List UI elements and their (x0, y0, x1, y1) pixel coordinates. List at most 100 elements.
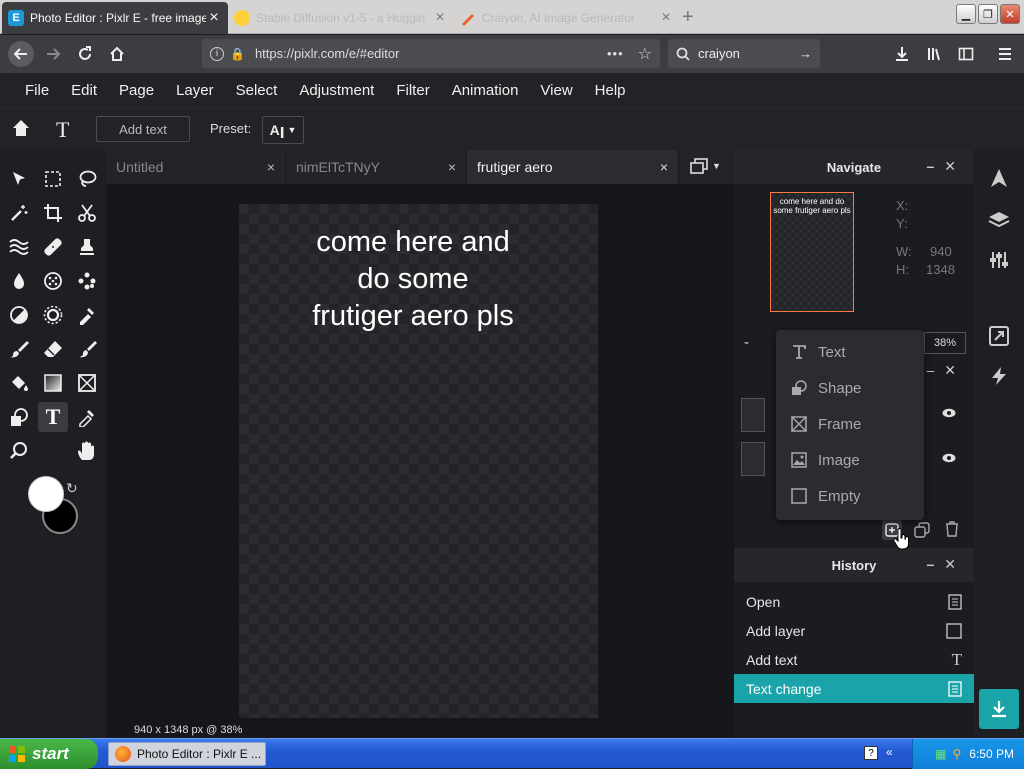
forward-icon[interactable] (40, 41, 66, 67)
search-input[interactable]: craiyon → (668, 39, 820, 68)
menu-view[interactable]: View (529, 82, 583, 99)
cutout-scissors-icon[interactable] (72, 198, 102, 228)
zoom-out-button[interactable]: - (744, 334, 749, 351)
browser-tab-craiyon[interactable]: Craiyon, AI Image Generator × (454, 2, 680, 34)
doc-tab-nimeltctnyy[interactable]: nimElTcTNyY × (286, 150, 467, 184)
close-icon[interactable]: × (448, 159, 456, 175)
navigate-toggle-icon[interactable] (989, 168, 1009, 188)
layers-toggle-icon[interactable] (988, 210, 1010, 230)
eye-visibility-icon[interactable] (942, 453, 956, 463)
adjustments-toggle-icon[interactable] (989, 250, 1009, 270)
minimize-window-icon[interactable]: ▁ (956, 4, 976, 24)
browser-tab-stable-diffusion[interactable]: Stable Diffusion v1-5 - a Huggin × (228, 2, 454, 34)
minimize-panel-icon[interactable]: – (926, 556, 944, 572)
history-item-add-text[interactable]: Add text T (734, 645, 974, 674)
window-arrange-dropdown[interactable]: ▼ (690, 158, 721, 174)
eyedropper-icon[interactable] (72, 402, 102, 432)
help-icon[interactable]: ? (864, 746, 878, 760)
history-item-add-layer[interactable]: Add layer (734, 616, 974, 645)
close-panel-icon[interactable]: ✕ (944, 158, 966, 174)
placeholder-frame-icon[interactable] (72, 368, 102, 398)
add-menu-empty[interactable]: Empty (776, 478, 924, 514)
downloads-icon[interactable] (889, 41, 915, 67)
zoom-tool-icon[interactable] (4, 436, 34, 466)
reload-icon[interactable] (72, 41, 98, 67)
bookmark-star-icon[interactable]: ☆ (638, 44, 652, 64)
color-dots-tool-icon[interactable] (72, 266, 102, 296)
start-button[interactable]: start (0, 739, 98, 769)
shape-tool-icon[interactable] (4, 402, 34, 432)
sidebar-toggle-icon[interactable] (953, 41, 979, 67)
add-text-button[interactable]: Add text (96, 116, 190, 142)
layer-thumbnail-text[interactable] (741, 398, 765, 432)
add-menu-text[interactable]: Text (776, 334, 924, 370)
search-tray-icon[interactable]: ⚲ (953, 747, 962, 761)
fill-bucket-icon[interactable] (4, 368, 34, 398)
home-icon[interactable] (104, 41, 130, 67)
hand-tool-icon[interactable] (72, 436, 102, 466)
text-tool-icon[interactable]: T (38, 402, 68, 432)
page-actions-icon[interactable]: ••• (607, 46, 624, 61)
brush-tool-icon[interactable] (4, 334, 34, 364)
magic-wand-tool-icon[interactable] (4, 198, 34, 228)
close-tab-icon[interactable]: × (206, 9, 222, 27)
quick-actions-bolt-icon[interactable] (989, 366, 1009, 386)
menu-animation[interactable]: Animation (441, 82, 530, 99)
add-menu-image[interactable]: Image (776, 442, 924, 478)
sharpen-gear-icon[interactable] (38, 300, 68, 330)
doc-tab-frutiger-aero[interactable]: frutiger aero × (467, 150, 679, 184)
info-icon[interactable]: i (210, 46, 224, 61)
taskbar-window-item[interactable]: Photo Editor : Pixlr E ... (108, 742, 266, 766)
duplicate-layer-icon[interactable] (914, 522, 930, 538)
library-icon[interactable] (921, 41, 947, 67)
lasso-tool-icon[interactable] (72, 164, 102, 194)
menu-adjustment[interactable]: Adjustment (288, 82, 385, 99)
hamburger-menu-icon[interactable] (992, 41, 1018, 67)
close-window-icon[interactable]: ✕ (1000, 4, 1020, 24)
clock[interactable]: 6:50 PM (969, 747, 1014, 761)
preset-dropdown[interactable]: Aꞁ ▼ (262, 116, 304, 144)
search-go-icon[interactable]: → (799, 46, 812, 61)
show-hidden-icons-icon[interactable]: « (886, 745, 893, 759)
url-text[interactable]: https://pixlr.com/e/#editor (255, 46, 607, 61)
liquify-tool-icon[interactable] (4, 232, 34, 262)
home-icon[interactable] (10, 117, 32, 139)
close-panel-icon[interactable]: ✕ (944, 556, 966, 572)
navigator-thumbnail[interactable]: come here and do some frutiger aero pls (770, 192, 854, 312)
close-tab-icon[interactable]: × (658, 9, 674, 27)
fullscreen-icon[interactable] (989, 326, 1009, 346)
gradient-tool-icon[interactable] (38, 368, 68, 398)
menu-layer[interactable]: Layer (165, 82, 225, 99)
close-icon[interactable]: × (660, 159, 668, 175)
history-item-open[interactable]: Open (734, 587, 974, 616)
menu-file[interactable]: File (14, 82, 60, 99)
close-icon[interactable]: × (267, 159, 275, 175)
back-icon[interactable] (8, 41, 34, 67)
clone-stamp-icon[interactable] (72, 232, 102, 262)
swap-colors-icon[interactable]: ↻ (66, 480, 78, 497)
eraser-tool-icon[interactable] (38, 334, 68, 364)
canvas-text-layer[interactable]: come here and do some frutiger aero pls (240, 224, 586, 335)
url-bar[interactable]: i 🔒 https://pixlr.com/e/#editor ••• ☆ (202, 39, 660, 68)
eye-visibility-icon[interactable] (942, 408, 956, 418)
color-picker-icon[interactable] (72, 300, 102, 330)
save-download-button[interactable] (979, 689, 1019, 729)
crop-tool-icon[interactable] (38, 198, 68, 228)
maximize-window-icon[interactable]: ❐ (978, 4, 998, 24)
pencil-brush-icon[interactable] (72, 334, 102, 364)
heal-bandage-icon[interactable] (38, 232, 68, 262)
layer-thumbnail-background[interactable] (741, 442, 765, 476)
doc-tab-untitled[interactable]: Untitled × (106, 150, 286, 184)
close-panel-icon[interactable]: ✕ (944, 362, 966, 378)
blur-drop-icon[interactable] (4, 266, 34, 296)
foreground-color-swatch[interactable] (28, 476, 64, 512)
menu-select[interactable]: Select (225, 82, 289, 99)
history-item-text-change[interactable]: Text change (734, 674, 974, 703)
browser-tab-pixlr[interactable]: E Photo Editor : Pixlr E - free image e … (2, 2, 228, 34)
menu-page[interactable]: Page (108, 82, 165, 99)
minimize-panel-icon[interactable]: – (926, 158, 944, 174)
arrange-tool-icon[interactable] (4, 164, 34, 194)
add-menu-shape[interactable]: Shape (776, 370, 924, 406)
close-tab-icon[interactable]: × (432, 9, 448, 27)
sponge-tool-icon[interactable] (38, 266, 68, 296)
